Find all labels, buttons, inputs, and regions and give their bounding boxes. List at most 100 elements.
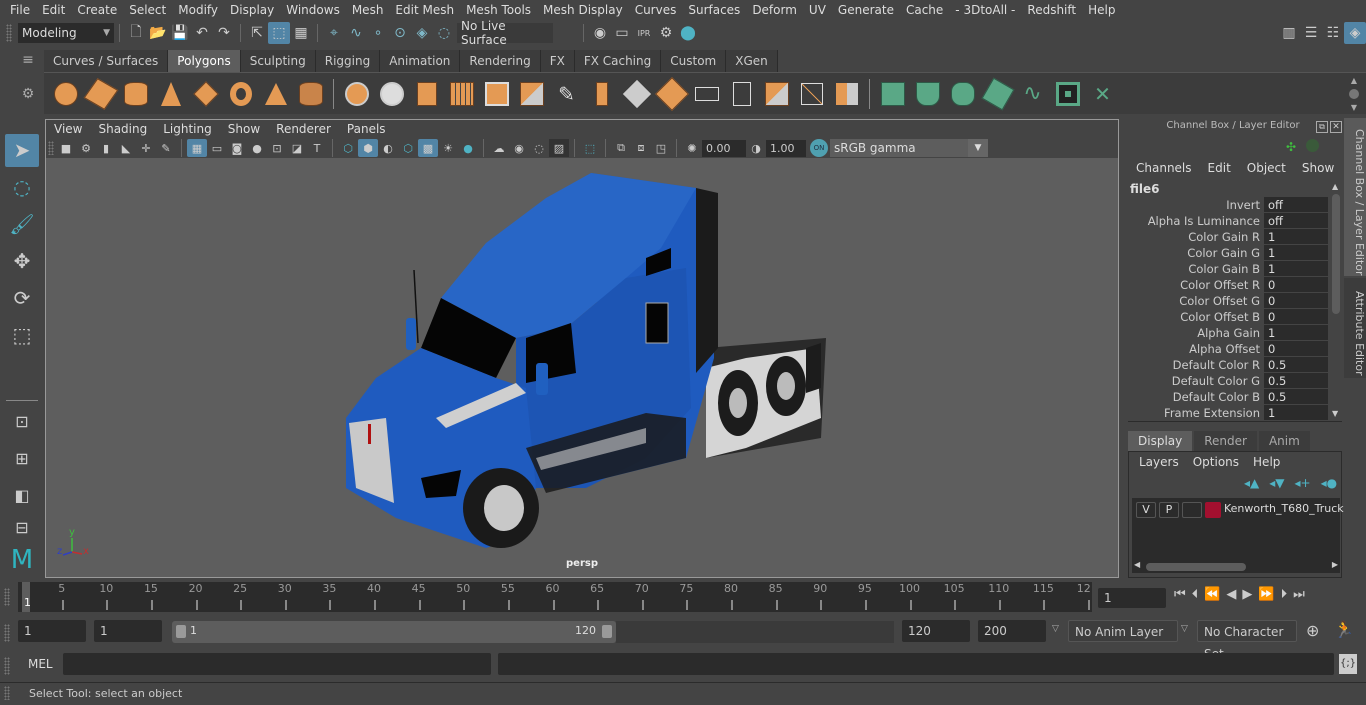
move-tool-icon[interactable]: ✥: [5, 245, 39, 278]
3d-viewport[interactable]: y x z persp: [46, 158, 1118, 577]
shelf-tab-polygons[interactable]: Polygons: [168, 50, 241, 72]
film-gate-icon[interactable]: ▭: [207, 139, 227, 157]
channel-value-field[interactable]: 0: [1264, 277, 1328, 293]
layer-name[interactable]: Kenworth_T680_Truck: [1224, 502, 1344, 515]
range-slider[interactable]: 1 120: [172, 621, 616, 643]
use-all-lights-icon[interactable]: ☀: [438, 139, 458, 157]
arrow-down-icon[interactable]: ▼: [1351, 103, 1357, 112]
channel-label[interactable]: Color Gain G: [1128, 245, 1264, 261]
move-layer-up-icon[interactable]: ◂▲: [1244, 476, 1259, 490]
layer-hscrollbar[interactable]: ◀ ▶: [1132, 560, 1340, 573]
depth-of-field-icon[interactable]: ▨: [549, 139, 569, 157]
menu-3dtoall[interactable]: - 3DtoAll -: [949, 3, 1021, 17]
motion-blur-icon[interactable]: ◉: [509, 139, 529, 157]
step-back-frame-icon[interactable]: ⏴: [1192, 587, 1199, 602]
step-forward-key-icon[interactable]: ⏩: [1258, 587, 1274, 602]
anim-layer-dropdown[interactable]: No Anim Layer: [1068, 620, 1178, 642]
command-input[interactable]: [63, 653, 491, 675]
channel-label[interactable]: Color Gain B: [1128, 261, 1264, 277]
xgen-groom-icon[interactable]: [910, 78, 945, 110]
poly-cylinder-icon[interactable]: [118, 78, 153, 110]
move-layer-down-icon[interactable]: ◂▼: [1269, 476, 1284, 490]
manipulator-axis-icon[interactable]: ✣: [1286, 140, 1296, 154]
safe-title-icon[interactable]: T: [307, 139, 327, 157]
wireframe-icon[interactable]: ⬡: [338, 139, 358, 157]
channel-menu-edit[interactable]: Edit: [1200, 161, 1239, 175]
poly-cone-icon[interactable]: [153, 78, 188, 110]
tool-settings-icon[interactable]: ☷: [1322, 22, 1344, 44]
layer-tab-render[interactable]: Render: [1194, 431, 1257, 451]
render-frame-icon[interactable]: ▭: [611, 22, 633, 44]
poly-pyramid-icon[interactable]: [258, 78, 293, 110]
close-icon[interactable]: ✕: [1330, 121, 1342, 133]
hud-icon[interactable]: ◳: [651, 139, 671, 157]
go-to-end-icon[interactable]: ⏭: [1293, 587, 1305, 602]
mode-dropdown[interactable]: Modeling ▼: [18, 23, 114, 43]
layer-display-type-toggle[interactable]: [1182, 502, 1202, 518]
textured-icon[interactable]: ▩: [418, 139, 438, 157]
uv-planar-icon[interactable]: [689, 78, 724, 110]
poly-pipe-icon[interactable]: [293, 78, 328, 110]
menu-modify[interactable]: Modify: [172, 3, 224, 17]
play-backwards-icon[interactable]: ◀: [1226, 587, 1236, 602]
menu-mesh-display[interactable]: Mesh Display: [537, 3, 629, 17]
channel-label[interactable]: Color Offset B: [1128, 309, 1264, 325]
menu-file[interactable]: File: [4, 3, 36, 17]
channel-label[interactable]: Color Offset G: [1128, 293, 1264, 309]
menu-uv[interactable]: UV: [803, 3, 832, 17]
shelf-tab-fx-caching[interactable]: FX Caching: [574, 50, 662, 72]
grip-handle[interactable]: [48, 141, 54, 155]
viewport-menu-renderer[interactable]: Renderer: [268, 122, 339, 136]
range-start-handle[interactable]: [176, 625, 186, 638]
grip-handle[interactable]: [2, 620, 12, 646]
viewport-menu-view[interactable]: View: [46, 122, 90, 136]
multi-cut-icon[interactable]: ✎: [549, 78, 584, 110]
xgen-expand-icon[interactable]: ✕: [1085, 78, 1120, 110]
resolution-gate-icon[interactable]: ◙: [227, 139, 247, 157]
redo-icon[interactable]: ↷: [213, 22, 235, 44]
channel-value-field[interactable]: 0.5: [1264, 373, 1328, 389]
channel-value-field[interactable]: off: [1264, 197, 1328, 213]
menu-help[interactable]: Help: [1082, 3, 1121, 17]
channel-label[interactable]: Frame Extension: [1128, 405, 1264, 421]
smooth-shade-icon[interactable]: ⬢: [358, 139, 378, 157]
layer-tab-display[interactable]: Display: [1128, 431, 1193, 451]
xgen-interactive-icon[interactable]: [945, 78, 980, 110]
channel-value-field[interactable]: off: [1264, 213, 1328, 229]
step-back-key-icon[interactable]: ⏪: [1204, 587, 1220, 602]
channel-value-field[interactable]: 1: [1264, 325, 1328, 341]
menu-create[interactable]: Create: [71, 3, 123, 17]
color-space-dropdown[interactable]: sRGB gamma ▼: [830, 139, 988, 157]
scroll-thumb[interactable]: [1332, 194, 1340, 314]
snap-grid-icon[interactable]: ⌖: [323, 22, 345, 44]
arrow-up-icon[interactable]: ▲: [1332, 182, 1338, 191]
append-icon[interactable]: [619, 78, 654, 110]
float-panel-icon[interactable]: ⧉: [1316, 121, 1328, 133]
viewport-menu-panels[interactable]: Panels: [339, 122, 394, 136]
snap-point-icon[interactable]: ∘: [367, 22, 389, 44]
arrow-up-icon[interactable]: ▲: [1351, 76, 1357, 85]
menu-edit[interactable]: Edit: [36, 3, 71, 17]
channel-row[interactable]: Frame Extension 1: [1128, 405, 1330, 421]
ipr-render-icon[interactable]: IPR: [633, 22, 655, 44]
channel-label[interactable]: Default Color R: [1128, 357, 1264, 373]
select-hierarchy-icon[interactable]: ⇱: [246, 22, 268, 44]
channel-label[interactable]: Alpha Gain: [1128, 325, 1264, 341]
grease-pencil-icon[interactable]: ✎: [156, 139, 176, 157]
arrow-left-icon[interactable]: ◀: [1134, 560, 1140, 569]
lasso-tool-icon[interactable]: ◌: [5, 171, 39, 204]
poly-plane-icon[interactable]: [188, 78, 223, 110]
tab-channel-box[interactable]: Channel Box / Layer Editor: [1344, 118, 1366, 276]
camera-icon[interactable]: ■: [56, 139, 76, 157]
menu-curves[interactable]: Curves: [629, 3, 683, 17]
poly-cube-icon[interactable]: [83, 77, 118, 110]
animation-start-field[interactable]: 1: [18, 620, 86, 642]
xgen-cube-icon[interactable]: [980, 77, 1015, 110]
extrude-icon[interactable]: [479, 78, 514, 110]
bridge-icon[interactable]: [584, 78, 619, 110]
channel-value-field[interactable]: 0: [1264, 293, 1328, 309]
modeling-toolkit-icon[interactable]: ▥: [1278, 22, 1300, 44]
xgen-editor-icon[interactable]: [1050, 78, 1085, 110]
shelf-tab-animation[interactable]: Animation: [380, 50, 461, 72]
layer-color-swatch[interactable]: [1205, 502, 1221, 518]
